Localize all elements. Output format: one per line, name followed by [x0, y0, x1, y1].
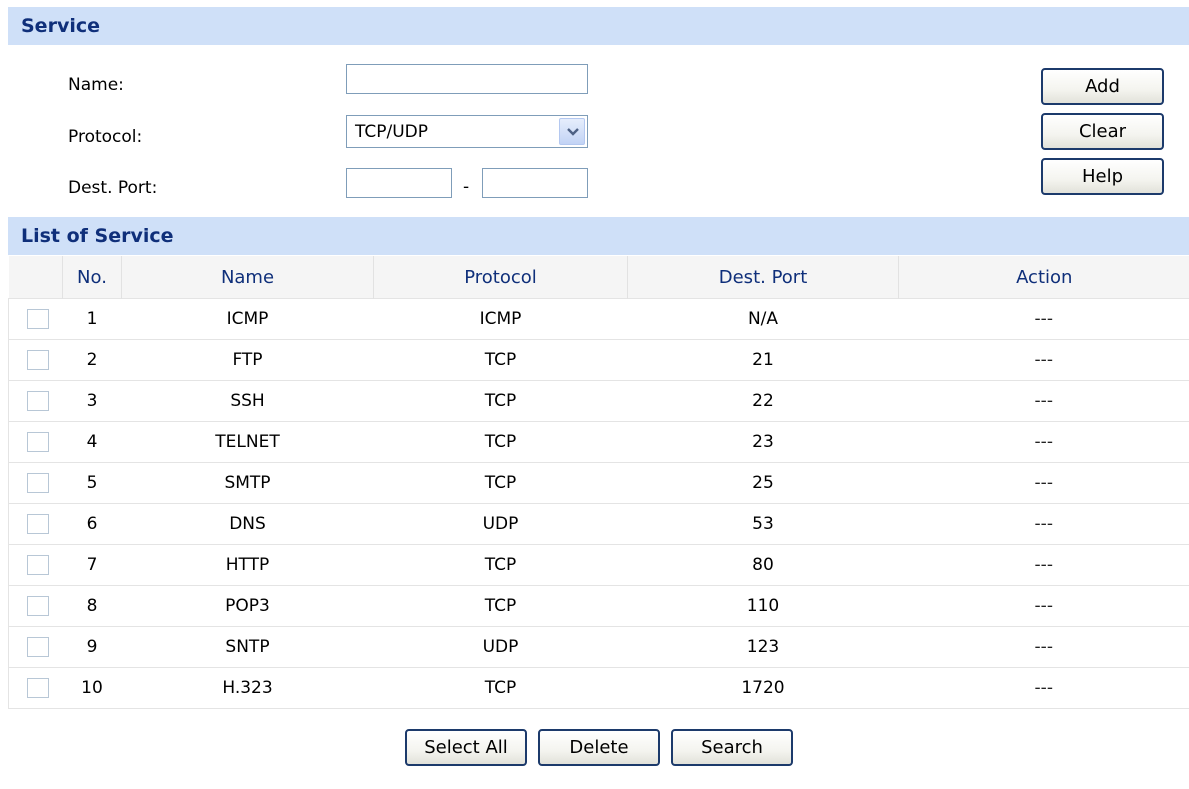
port-range-separator: - [463, 177, 470, 197]
protocol-selected-value: TCP/UDP [355, 122, 429, 142]
cell-dest-port: 123 [627, 626, 899, 668]
table-row: 7 HTTP TCP 80 --- [8, 544, 1189, 586]
row-checkbox[interactable] [27, 309, 49, 329]
row-checkbox[interactable] [27, 678, 49, 698]
service-table: No. Name Protocol Dest. Port Action 1 IC… [8, 256, 1189, 709]
cell-action: --- [898, 339, 1189, 381]
cell-action: --- [898, 544, 1189, 586]
cell-dest-port: 22 [627, 380, 899, 422]
row-checkbox[interactable] [27, 555, 49, 575]
service-section-header: Service [8, 7, 1189, 45]
cell-protocol: ICMP [373, 298, 628, 340]
row-checkbox[interactable] [27, 514, 49, 534]
cell-name: SSH [121, 380, 374, 422]
cell-no: 3 [62, 380, 122, 422]
cell-name: HTTP [121, 544, 374, 586]
cell-action: --- [898, 585, 1189, 627]
header-protocol: Protocol [373, 256, 628, 299]
help-button[interactable]: Help [1041, 158, 1164, 195]
header-action: Action [898, 256, 1189, 299]
row-checkbox[interactable] [27, 596, 49, 616]
dropdown-button[interactable] [559, 118, 585, 145]
cell-protocol: TCP [373, 421, 628, 463]
row-checkbox[interactable] [27, 350, 49, 370]
cell-name: TELNET [121, 421, 374, 463]
table-row: 6 DNS UDP 53 --- [8, 503, 1189, 545]
select-all-button[interactable]: Select All [405, 729, 527, 766]
row-checkbox[interactable] [27, 637, 49, 657]
table-header-row: No. Name Protocol Dest. Port Action [8, 256, 1189, 299]
cell-name: ICMP [121, 298, 374, 340]
cell-no: 8 [62, 585, 122, 627]
cell-protocol: TCP [373, 667, 628, 709]
header-dest-port: Dest. Port [627, 256, 899, 299]
port-to-input[interactable] [482, 168, 588, 198]
row-checkbox[interactable] [27, 432, 49, 452]
dest-port-label: Dest. Port: [68, 178, 158, 198]
header-no: No. [62, 256, 122, 299]
cell-protocol: TCP [373, 544, 628, 586]
cell-protocol: TCP [373, 380, 628, 422]
table-row: 8 POP3 TCP 110 --- [8, 585, 1189, 627]
cell-no: 10 [62, 667, 122, 709]
cell-action: --- [898, 298, 1189, 340]
cell-dest-port: 1720 [627, 667, 899, 709]
cell-no: 9 [62, 626, 122, 668]
table-row: 5 SMTP TCP 25 --- [8, 462, 1189, 504]
delete-button[interactable]: Delete [538, 729, 660, 766]
cell-dest-port: 21 [627, 339, 899, 381]
table-row: 9 SNTP UDP 123 --- [8, 626, 1189, 668]
cell-no: 6 [62, 503, 122, 545]
cell-no: 7 [62, 544, 122, 586]
list-section-header: List of Service [8, 217, 1189, 255]
row-checkbox[interactable] [27, 391, 49, 411]
search-button[interactable]: Search [671, 729, 793, 766]
cell-protocol: TCP [373, 339, 628, 381]
chevron-down-icon [567, 128, 579, 136]
table-row: 1 ICMP ICMP N/A --- [8, 298, 1189, 340]
cell-action: --- [898, 626, 1189, 668]
cell-no: 2 [62, 339, 122, 381]
cell-dest-port: 23 [627, 421, 899, 463]
cell-action: --- [898, 421, 1189, 463]
protocol-select[interactable]: TCP/UDP [346, 115, 588, 148]
add-button[interactable]: Add [1041, 68, 1164, 105]
table-row: 4 TELNET TCP 23 --- [8, 421, 1189, 463]
table-row: 2 FTP TCP 21 --- [8, 339, 1189, 381]
cell-dest-port: 53 [627, 503, 899, 545]
cell-name: FTP [121, 339, 374, 381]
cell-action: --- [898, 462, 1189, 504]
cell-name: DNS [121, 503, 374, 545]
cell-protocol: UDP [373, 626, 628, 668]
cell-action: --- [898, 503, 1189, 545]
table-row: 10 H.323 TCP 1720 --- [8, 667, 1189, 709]
cell-name: H.323 [121, 667, 374, 709]
cell-protocol: TCP [373, 585, 628, 627]
cell-no: 4 [62, 421, 122, 463]
name-label: Name: [68, 75, 124, 95]
cell-no: 1 [62, 298, 122, 340]
row-checkbox[interactable] [27, 473, 49, 493]
protocol-label: Protocol: [68, 127, 143, 147]
cell-no: 5 [62, 462, 122, 504]
header-name: Name [121, 256, 374, 299]
clear-button[interactable]: Clear [1041, 113, 1164, 150]
cell-name: SMTP [121, 462, 374, 504]
cell-protocol: TCP [373, 462, 628, 504]
name-input[interactable] [346, 64, 588, 94]
cell-dest-port: 80 [627, 544, 899, 586]
cell-name: POP3 [121, 585, 374, 627]
cell-action: --- [898, 667, 1189, 709]
port-from-input[interactable] [346, 168, 452, 198]
cell-dest-port: 110 [627, 585, 899, 627]
cell-action: --- [898, 380, 1189, 422]
cell-protocol: UDP [373, 503, 628, 545]
header-select [8, 256, 63, 299]
cell-dest-port: N/A [627, 298, 899, 340]
cell-name: SNTP [121, 626, 374, 668]
table-row: 3 SSH TCP 22 --- [8, 380, 1189, 422]
cell-dest-port: 25 [627, 462, 899, 504]
